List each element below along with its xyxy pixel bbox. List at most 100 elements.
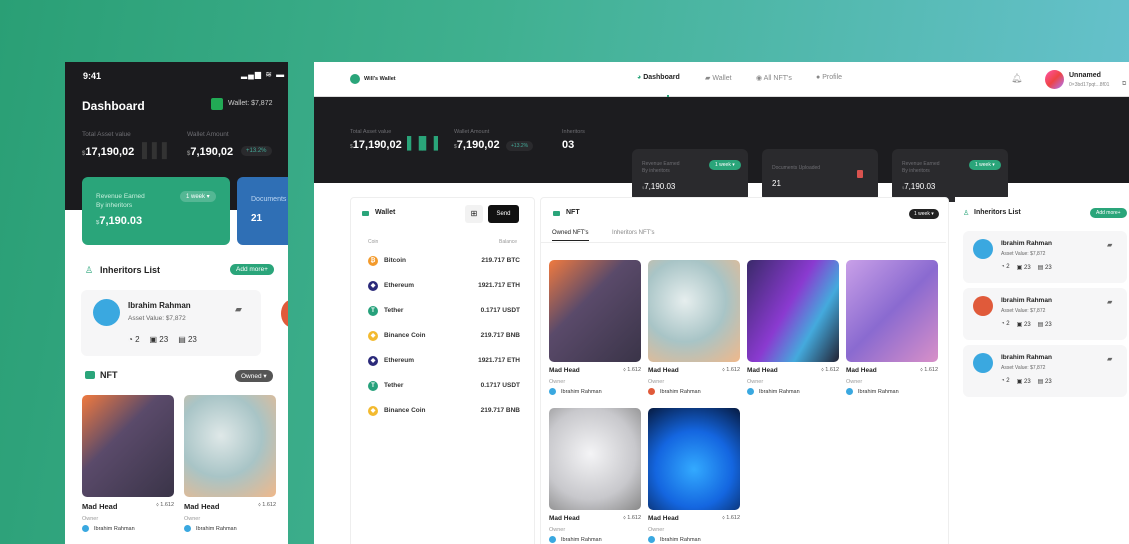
revenue-label: By inheritors (96, 202, 133, 209)
tab-inheritors-nfts[interactable]: Inheritors NFT's (612, 230, 655, 236)
coin-list: ₿ Bitcoin 219.717 BTC ◆ Ethereum 1921.717 ETH… (368, 248, 520, 423)
nav-all-nfts[interactable]: ◉ All NFT's (756, 74, 792, 82)
nft-card[interactable]: Mad Head ⬨ 1.612 Owner Ibrahim Rahman (747, 260, 839, 395)
nft-image (648, 408, 740, 510)
user-avatar[interactable] (1045, 70, 1064, 89)
documents-label: Documents Uploaded (772, 165, 821, 171)
nft-image (549, 408, 641, 510)
inheritor-card[interactable]: Ibrahim Rahman Asset Value: $7,872 ▰ ◔ 2 ▣ 2… (963, 288, 1127, 340)
inheritors-title: Inheritors List (100, 265, 161, 275)
folder-icon[interactable]: ▰ (1107, 298, 1112, 306)
period-dropdown[interactable]: 1 week ▾ (909, 209, 939, 219)
nft-price: ⬨ 1.612 (722, 515, 740, 521)
coin-row[interactable]: ₿ Bitcoin 219.717 BTC (368, 248, 520, 273)
coin-row[interactable]: ◆ Ethereum 1921.717 ETH (368, 273, 520, 298)
top-nav: Will's Wallet ◕ Dashboard ▰ Wallet ◉ All… (314, 62, 1129, 97)
documents-value: 21 (772, 179, 781, 188)
nft-card[interactable]: Mad Head ⬨ 1.612 Owner Ibrahim Rahman (549, 260, 641, 395)
tab-owned-nfts[interactable]: Owned NFT's (552, 230, 589, 241)
inheritor-card[interactable]: Ibrahim Rahman Asset Value: $7,872 ▰ ◔ 2… (81, 290, 261, 356)
nft-card[interactable]: Mad Head ⬨ 1.612 Owner Ibrahim Rahman (549, 408, 641, 543)
documents-card[interactable]: Documents 21 (237, 177, 288, 245)
nft-name: Mad Head (648, 367, 679, 374)
bell-icon[interactable]: 🔔︎ (1011, 73, 1022, 84)
period-dropdown[interactable]: 1 week ▾ (709, 160, 741, 170)
coin-name: Tether (384, 382, 404, 389)
wallet-label: Wallet Amount (187, 131, 229, 138)
nft-card[interactable]: Mad Head ⬨ 1.612 Owner Ibrahim Rahman (648, 408, 740, 543)
folder-icon[interactable]: ▰ (235, 304, 242, 315)
nav-dashboard[interactable]: ◕ Dashboard (637, 74, 680, 81)
inheritor-name: Ibrahim Rahman (1001, 354, 1052, 361)
add-more-button[interactable]: Add more+ (230, 264, 274, 275)
revenue-value: 7,190.03 (904, 182, 936, 191)
avatar (648, 388, 655, 395)
revenue-card[interactable]: Revenue Earned By inheritors 1 week ▾ $7,… (82, 177, 230, 245)
nav-profile[interactable]: ● Profile (816, 74, 842, 81)
nft-card[interactable]: Mad Head ⬨ 1.612 Owner Ibrahim Rahman (82, 395, 174, 532)
nav-wallet[interactable]: ▰ Wallet (705, 74, 732, 82)
nft-card[interactable]: Mad Head ⬨ 1.612 Owner Ibrahim Rahman (184, 395, 276, 532)
owner: Ibrahim Rahman (648, 388, 740, 395)
chart-icon: ▌▌▌ (142, 142, 172, 158)
qr-code-button[interactable]: ⊞ (465, 205, 483, 223)
coin-row[interactable]: ◆ Ethereum 1921.717 ETH (368, 348, 520, 373)
coin-icon: ₿ (368, 255, 378, 266)
inheritor-card[interactable]: Ibrahim Rahman Asset Value: $7,872 ▰ ◔ 2 ▣ 2… (963, 231, 1127, 283)
nft-filter-dropdown[interactable]: Owned ▾ (235, 370, 273, 382)
nft-icon (553, 211, 560, 216)
period-dropdown[interactable]: 1 week ▾ (969, 160, 1001, 170)
send-button[interactable]: Send (488, 205, 519, 223)
asset-value: Asset Value: $7,872 (1001, 365, 1046, 371)
add-more-button[interactable]: Add more+ (1090, 208, 1127, 218)
coin-icon: ◆ (368, 330, 378, 341)
nft-price: ⬨ 1.612 (623, 515, 641, 521)
total-label: Total Asset value (82, 131, 131, 138)
coin-row[interactable]: ◆ Binance Coin 219.717 BNB (368, 398, 520, 423)
inheritor-name: Ibrahim Rahman (128, 301, 191, 310)
coin-row[interactable]: ◆ Binance Coin 219.717 BNB (368, 323, 520, 348)
nft-name: Mad Head (846, 367, 877, 374)
avatar (648, 536, 655, 543)
avatar (549, 536, 556, 543)
revenue-card[interactable]: Revenue Earned By inheritors 1 week ▾ $7,… (892, 149, 1008, 202)
desktop-mockup: Will's Wallet ◕ Dashboard ▰ Wallet ◉ All… (314, 62, 1129, 544)
revenue-value: 7,190.03 (99, 215, 143, 227)
coin-row[interactable]: T Tether 0.1717 USDT (368, 373, 520, 398)
coin-balance: 219.717 BNB (480, 332, 520, 339)
inheritors-value: 03 (562, 139, 575, 151)
coin-row[interactable]: T Tether 0.1717 USDT (368, 298, 520, 323)
wallet-balance: Wallet: $7,872 (228, 100, 273, 107)
owner: Ibrahim Rahman (846, 388, 938, 395)
logo-icon (350, 74, 360, 84)
revenue-card[interactable]: Revenue Earned By inheritors 1 week ▾ $7,… (632, 149, 748, 202)
period-dropdown[interactable]: 1 week ▾ (180, 191, 216, 202)
nft-image (549, 260, 641, 362)
folder-icon[interactable]: ▰ (1107, 355, 1112, 363)
change-badge: +13.2% (506, 141, 534, 151)
asset-value: Asset Value: $7,872 (1001, 308, 1046, 314)
coin-name: Bitcoin (384, 257, 407, 264)
inheritor-stats: ◔ 2 ▣ 23 ▤ 23 (1001, 378, 1052, 385)
copy-icon[interactable]: ⧉ (1122, 81, 1126, 88)
inheritors-label: Inheritors (562, 129, 585, 135)
owner-label: Owner (648, 527, 665, 533)
nft-name: Mad Head (747, 367, 778, 374)
folder-icon[interactable]: ▰ (1107, 241, 1112, 249)
revenue-value: 7,190.03 (644, 182, 676, 191)
documents-card[interactable]: Documents Uploaded 21 (762, 149, 878, 202)
inheritor-card[interactable]: Ibrahim Rahman Asset Value: $7,872 ▰ ◔ 2 ▣ 2… (963, 345, 1127, 397)
nft-card[interactable]: Mad Head ⬨ 1.612 Owner Ibrahim Rahman (846, 260, 938, 395)
wallet-value: 7,190,02 (456, 139, 500, 151)
nft-title: NFT (566, 209, 580, 216)
owner: Ibrahim Rahman (549, 536, 641, 543)
nft-price: ⬨ 1.612 (623, 367, 641, 373)
coin-balance: 1921.717 ETH (478, 282, 520, 289)
wallet-title: Wallet (375, 209, 396, 216)
coin-balance: 1921.717 ETH (478, 357, 520, 364)
dashboard-icon: ◕ (637, 74, 642, 81)
inheritor-name: Ibrahim Rahman (1001, 297, 1052, 304)
nft-card[interactable]: Mad Head ⬨ 1.612 Owner Ibrahim Rahman (648, 260, 740, 395)
documents-value: 21 (251, 213, 263, 224)
asset-value: Asset Value: $7,872 (1001, 251, 1046, 257)
